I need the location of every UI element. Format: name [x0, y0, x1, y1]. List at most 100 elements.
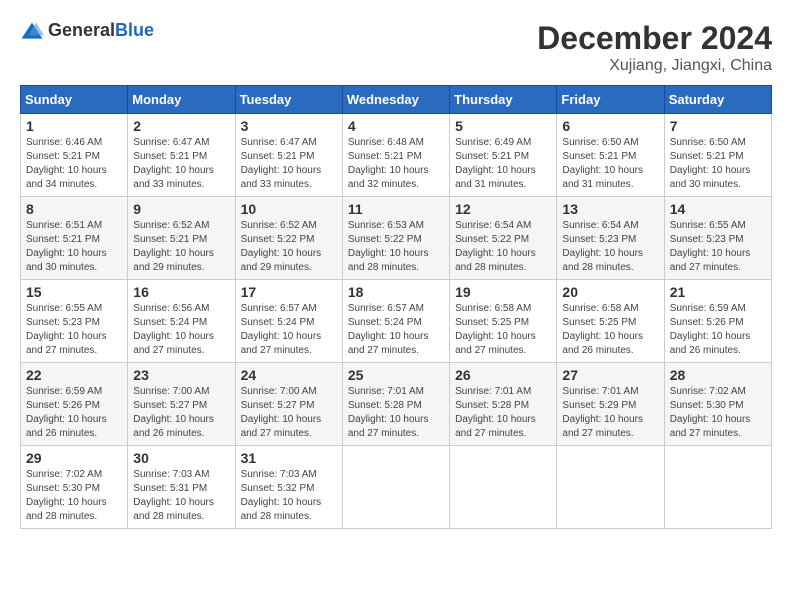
day-info: Sunrise: 6:55 AMSunset: 5:23 PMDaylight:… [670, 220, 751, 273]
day-info: Sunrise: 6:50 AMSunset: 5:21 PMDaylight:… [562, 137, 643, 190]
calendar-week-row: 1 Sunrise: 6:46 AMSunset: 5:21 PMDayligh… [21, 114, 772, 197]
calendar-day-cell: 25 Sunrise: 7:01 AMSunset: 5:28 PMDaylig… [342, 363, 449, 446]
weekday-header-row: SundayMondayTuesdayWednesdayThursdayFrid… [21, 86, 772, 114]
day-number: 29 [26, 450, 122, 466]
day-number: 20 [562, 284, 658, 300]
calendar-day-cell: 11 Sunrise: 6:53 AMSunset: 5:22 PMDaylig… [342, 197, 449, 280]
day-number: 30 [133, 450, 229, 466]
calendar-day-cell: 17 Sunrise: 6:57 AMSunset: 5:24 PMDaylig… [235, 280, 342, 363]
day-info: Sunrise: 6:54 AMSunset: 5:23 PMDaylight:… [562, 220, 643, 273]
calendar: SundayMondayTuesdayWednesdayThursdayFrid… [20, 85, 772, 529]
calendar-week-row: 29 Sunrise: 7:02 AMSunset: 5:30 PMDaylig… [21, 446, 772, 529]
calendar-day-cell: 28 Sunrise: 7:02 AMSunset: 5:30 PMDaylig… [664, 363, 771, 446]
calendar-day-cell: 31 Sunrise: 7:03 AMSunset: 5:32 PMDaylig… [235, 446, 342, 529]
weekday-header-cell: Tuesday [235, 86, 342, 114]
calendar-week-row: 8 Sunrise: 6:51 AMSunset: 5:21 PMDayligh… [21, 197, 772, 280]
day-number: 25 [348, 367, 444, 383]
calendar-week-row: 22 Sunrise: 6:59 AMSunset: 5:26 PMDaylig… [21, 363, 772, 446]
day-info: Sunrise: 7:02 AMSunset: 5:30 PMDaylight:… [670, 386, 751, 439]
day-info: Sunrise: 7:02 AMSunset: 5:30 PMDaylight:… [26, 469, 107, 522]
calendar-day-cell [342, 446, 449, 529]
calendar-day-cell: 14 Sunrise: 6:55 AMSunset: 5:23 PMDaylig… [664, 197, 771, 280]
title-area: December 2024 Xujiang, Jiangxi, China [537, 20, 772, 75]
logo: GeneralBlue [20, 20, 154, 41]
day-info: Sunrise: 6:58 AMSunset: 5:25 PMDaylight:… [562, 303, 643, 356]
day-number: 12 [455, 201, 551, 217]
calendar-day-cell [450, 446, 557, 529]
day-number: 8 [26, 201, 122, 217]
day-number: 31 [241, 450, 337, 466]
day-info: Sunrise: 7:03 AMSunset: 5:31 PMDaylight:… [133, 469, 214, 522]
header: GeneralBlue December 2024 Xujiang, Jiang… [20, 20, 772, 75]
calendar-day-cell: 30 Sunrise: 7:03 AMSunset: 5:31 PMDaylig… [128, 446, 235, 529]
weekday-header-cell: Friday [557, 86, 664, 114]
day-info: Sunrise: 7:01 AMSunset: 5:28 PMDaylight:… [348, 386, 429, 439]
day-number: 24 [241, 367, 337, 383]
day-info: Sunrise: 6:58 AMSunset: 5:25 PMDaylight:… [455, 303, 536, 356]
day-number: 26 [455, 367, 551, 383]
calendar-day-cell: 7 Sunrise: 6:50 AMSunset: 5:21 PMDayligh… [664, 114, 771, 197]
calendar-day-cell: 8 Sunrise: 6:51 AMSunset: 5:21 PMDayligh… [21, 197, 128, 280]
weekday-header-cell: Wednesday [342, 86, 449, 114]
day-info: Sunrise: 6:49 AMSunset: 5:21 PMDaylight:… [455, 137, 536, 190]
calendar-day-cell: 6 Sunrise: 6:50 AMSunset: 5:21 PMDayligh… [557, 114, 664, 197]
subtitle: Xujiang, Jiangxi, China [537, 57, 772, 75]
day-number: 14 [670, 201, 766, 217]
calendar-day-cell: 2 Sunrise: 6:47 AMSunset: 5:21 PMDayligh… [128, 114, 235, 197]
day-info: Sunrise: 7:01 AMSunset: 5:29 PMDaylight:… [562, 386, 643, 439]
day-number: 22 [26, 367, 122, 383]
day-number: 19 [455, 284, 551, 300]
day-number: 10 [241, 201, 337, 217]
calendar-day-cell: 4 Sunrise: 6:48 AMSunset: 5:21 PMDayligh… [342, 114, 449, 197]
logo-text-blue: Blue [115, 20, 154, 40]
calendar-day-cell [664, 446, 771, 529]
day-number: 1 [26, 118, 122, 134]
weekday-header-cell: Sunday [21, 86, 128, 114]
day-number: 7 [670, 118, 766, 134]
calendar-day-cell: 3 Sunrise: 6:47 AMSunset: 5:21 PMDayligh… [235, 114, 342, 197]
day-info: Sunrise: 6:54 AMSunset: 5:22 PMDaylight:… [455, 220, 536, 273]
calendar-day-cell: 10 Sunrise: 6:52 AMSunset: 5:22 PMDaylig… [235, 197, 342, 280]
calendar-day-cell [557, 446, 664, 529]
day-info: Sunrise: 6:52 AMSunset: 5:22 PMDaylight:… [241, 220, 322, 273]
day-info: Sunrise: 6:59 AMSunset: 5:26 PMDaylight:… [670, 303, 751, 356]
day-number: 16 [133, 284, 229, 300]
calendar-day-cell: 26 Sunrise: 7:01 AMSunset: 5:28 PMDaylig… [450, 363, 557, 446]
logo-icon [20, 21, 44, 41]
day-number: 27 [562, 367, 658, 383]
day-info: Sunrise: 6:57 AMSunset: 5:24 PMDaylight:… [348, 303, 429, 356]
calendar-week-row: 15 Sunrise: 6:55 AMSunset: 5:23 PMDaylig… [21, 280, 772, 363]
day-info: Sunrise: 6:59 AMSunset: 5:26 PMDaylight:… [26, 386, 107, 439]
day-number: 4 [348, 118, 444, 134]
day-info: Sunrise: 7:03 AMSunset: 5:32 PMDaylight:… [241, 469, 322, 522]
calendar-day-cell: 19 Sunrise: 6:58 AMSunset: 5:25 PMDaylig… [450, 280, 557, 363]
calendar-day-cell: 27 Sunrise: 7:01 AMSunset: 5:29 PMDaylig… [557, 363, 664, 446]
calendar-day-cell: 29 Sunrise: 7:02 AMSunset: 5:30 PMDaylig… [21, 446, 128, 529]
day-number: 5 [455, 118, 551, 134]
weekday-header-cell: Monday [128, 86, 235, 114]
calendar-day-cell: 9 Sunrise: 6:52 AMSunset: 5:21 PMDayligh… [128, 197, 235, 280]
day-info: Sunrise: 7:00 AMSunset: 5:27 PMDaylight:… [133, 386, 214, 439]
day-number: 15 [26, 284, 122, 300]
day-info: Sunrise: 6:53 AMSunset: 5:22 PMDaylight:… [348, 220, 429, 273]
day-info: Sunrise: 6:56 AMSunset: 5:24 PMDaylight:… [133, 303, 214, 356]
day-info: Sunrise: 6:50 AMSunset: 5:21 PMDaylight:… [670, 137, 751, 190]
main-title: December 2024 [537, 20, 772, 57]
day-info: Sunrise: 6:55 AMSunset: 5:23 PMDaylight:… [26, 303, 107, 356]
calendar-day-cell: 22 Sunrise: 6:59 AMSunset: 5:26 PMDaylig… [21, 363, 128, 446]
day-info: Sunrise: 6:46 AMSunset: 5:21 PMDaylight:… [26, 137, 107, 190]
day-number: 21 [670, 284, 766, 300]
day-number: 18 [348, 284, 444, 300]
day-number: 2 [133, 118, 229, 134]
calendar-day-cell: 24 Sunrise: 7:00 AMSunset: 5:27 PMDaylig… [235, 363, 342, 446]
day-number: 3 [241, 118, 337, 134]
day-info: Sunrise: 6:47 AMSunset: 5:21 PMDaylight:… [241, 137, 322, 190]
day-info: Sunrise: 7:01 AMSunset: 5:28 PMDaylight:… [455, 386, 536, 439]
calendar-day-cell: 18 Sunrise: 6:57 AMSunset: 5:24 PMDaylig… [342, 280, 449, 363]
day-number: 23 [133, 367, 229, 383]
day-info: Sunrise: 7:00 AMSunset: 5:27 PMDaylight:… [241, 386, 322, 439]
calendar-day-cell: 13 Sunrise: 6:54 AMSunset: 5:23 PMDaylig… [557, 197, 664, 280]
calendar-day-cell: 20 Sunrise: 6:58 AMSunset: 5:25 PMDaylig… [557, 280, 664, 363]
calendar-body: 1 Sunrise: 6:46 AMSunset: 5:21 PMDayligh… [21, 114, 772, 529]
calendar-day-cell: 12 Sunrise: 6:54 AMSunset: 5:22 PMDaylig… [450, 197, 557, 280]
